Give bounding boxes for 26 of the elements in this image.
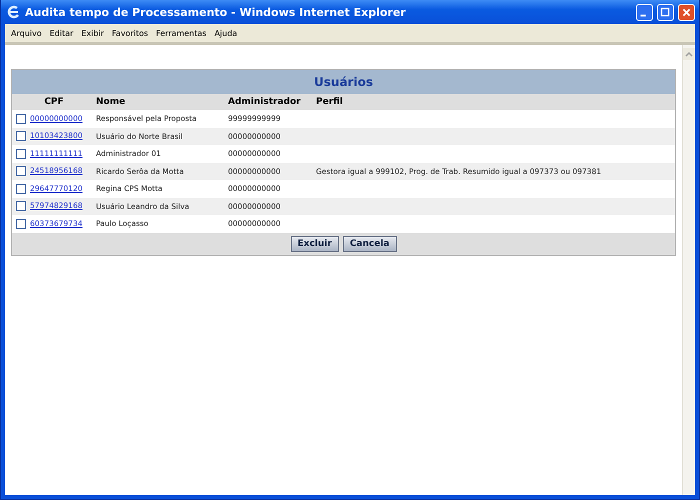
column-header: Perfil	[316, 97, 343, 107]
menu-item[interactable]: Ferramentas	[152, 28, 210, 38]
column-header: Nome	[96, 97, 126, 107]
menu-item[interactable]: Ajuda	[210, 28, 242, 38]
row-checkbox[interactable]	[16, 184, 26, 194]
row-checkbox[interactable]	[16, 131, 26, 142]
window-title: Audita tempo de Processamento - Windows Internet Explorer	[25, 6, 407, 18]
menu-item[interactable]: Editar	[46, 28, 78, 38]
browser-icon	[7, 5, 21, 19]
row-checkbox[interactable]	[16, 148, 26, 159]
cancel-button[interactable]: Cancela	[342, 236, 396, 252]
column-header: CPF	[44, 97, 64, 107]
minimize-icon[interactable]	[636, 4, 653, 20]
delete-button[interactable]: Excluir	[290, 236, 339, 252]
column-header: Administrador	[228, 97, 301, 107]
menu-item[interactable]: Favoritos	[108, 28, 152, 38]
menu-item[interactable]: Exibir	[77, 28, 108, 38]
menu-item[interactable]: Arquivo	[7, 28, 46, 38]
row-checkbox[interactable]	[16, 201, 26, 212]
row-checkbox[interactable]	[16, 218, 26, 229]
scrollbar[interactable]	[682, 45, 695, 495]
row-checkbox[interactable]	[16, 166, 26, 176]
row-checkbox[interactable]	[16, 114, 26, 124]
maximize-icon[interactable]	[657, 4, 674, 20]
close-icon[interactable]	[678, 4, 695, 20]
panel-title: Usuários	[12, 70, 675, 94]
